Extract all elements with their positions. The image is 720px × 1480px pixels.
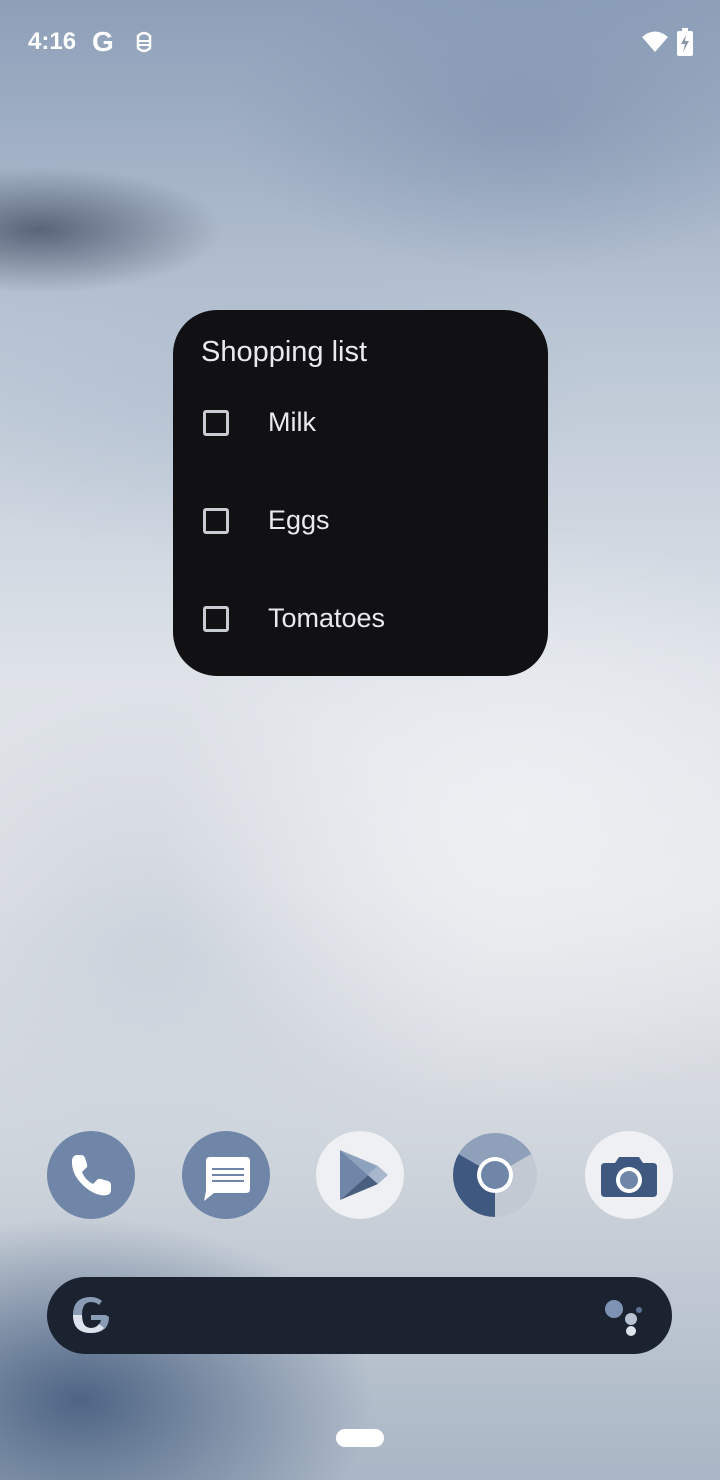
checkbox[interactable] (203, 508, 229, 534)
debug-bug-icon (134, 30, 154, 54)
list-item-label: Eggs (268, 505, 330, 535)
home-pill[interactable] (336, 1429, 384, 1447)
phone-icon[interactable] (47, 1131, 135, 1219)
chrome-icon[interactable] (451, 1131, 539, 1219)
battery-charging-icon (677, 28, 693, 56)
google-search-bar[interactable] (47, 1277, 672, 1354)
wifi-icon (641, 30, 669, 54)
checkbox[interactable] (203, 606, 229, 632)
list-item-label: Milk (268, 407, 316, 437)
list-item-milk[interactable]: Milk (193, 390, 533, 460)
checkbox[interactable] (203, 410, 229, 436)
messages-icon[interactable] (182, 1131, 270, 1219)
list-item-tomatoes[interactable]: Tomatoes (193, 586, 533, 656)
google-icon: G (92, 26, 114, 57)
widget-title: Shopping list (201, 336, 368, 368)
play-store-icon[interactable] (316, 1131, 404, 1219)
assistant-icon[interactable] (604, 1297, 648, 1337)
list-item-eggs[interactable]: Eggs (193, 488, 533, 558)
google-g-icon[interactable] (69, 1293, 113, 1337)
camera-icon[interactable] (585, 1131, 673, 1219)
status-bar: 4:16 G (0, 0, 720, 84)
status-time: 4:16 (28, 28, 77, 55)
shopping-list-widget[interactable]: Shopping list Milk Eggs Tomatoes (173, 310, 548, 676)
list-item-label: Tomatoes (268, 603, 386, 633)
